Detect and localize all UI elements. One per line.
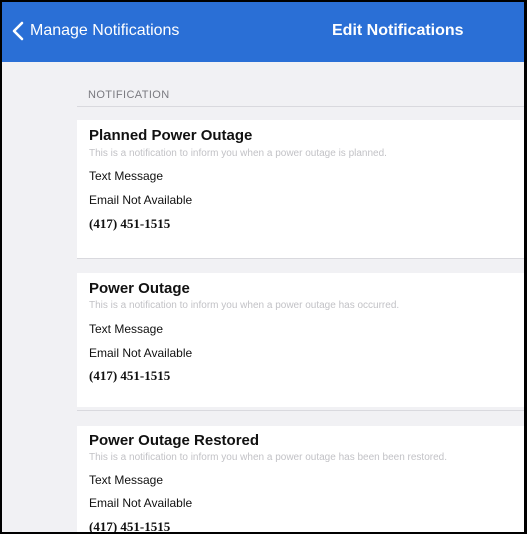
phone-number[interactable]: (417) 451-1515 (89, 216, 170, 232)
notification-item-power-outage[interactable]: Power Outage This is a notification to i… (77, 273, 524, 407)
text-message-option[interactable]: Text Message (89, 473, 163, 487)
back-button-label: Manage Notifications (30, 22, 180, 39)
notification-title: Planned Power Outage (89, 127, 253, 144)
notification-title: Power Outage (89, 280, 190, 297)
phone-number[interactable]: (417) 451-1515 (89, 519, 170, 532)
notification-item-power-outage-restored[interactable]: Power Outage Restored This is a notifica… (77, 426, 524, 532)
back-button[interactable]: Manage Notifications (12, 21, 179, 41)
page-title: Edit Notifications (332, 22, 464, 39)
email-option: Email Not Available (89, 346, 193, 360)
chevron-left-icon (12, 21, 24, 41)
notification-description: This is a notification to inform you whe… (89, 452, 447, 463)
notification-description: This is a notification to inform you whe… (89, 300, 400, 311)
divider (77, 106, 524, 107)
notification-title: Power Outage Restored (89, 432, 260, 449)
email-option: Email Not Available (89, 496, 193, 510)
notification-description: This is a notification to inform you whe… (89, 148, 387, 159)
app-screen: Manage Notifications Edit Notifications … (0, 0, 524, 534)
divider (77, 258, 524, 259)
email-option: Email Not Available (89, 193, 193, 207)
section-header: NOTIFICATION (88, 89, 170, 101)
navigation-bar: Manage Notifications Edit Notifications (2, 2, 524, 62)
text-message-option[interactable]: Text Message (89, 322, 163, 336)
phone-number[interactable]: (417) 451-1515 (89, 368, 170, 384)
divider (77, 410, 524, 411)
text-message-option[interactable]: Text Message (89, 169, 163, 183)
notification-item-planned-power-outage[interactable]: Planned Power Outage This is a notificat… (77, 120, 524, 258)
